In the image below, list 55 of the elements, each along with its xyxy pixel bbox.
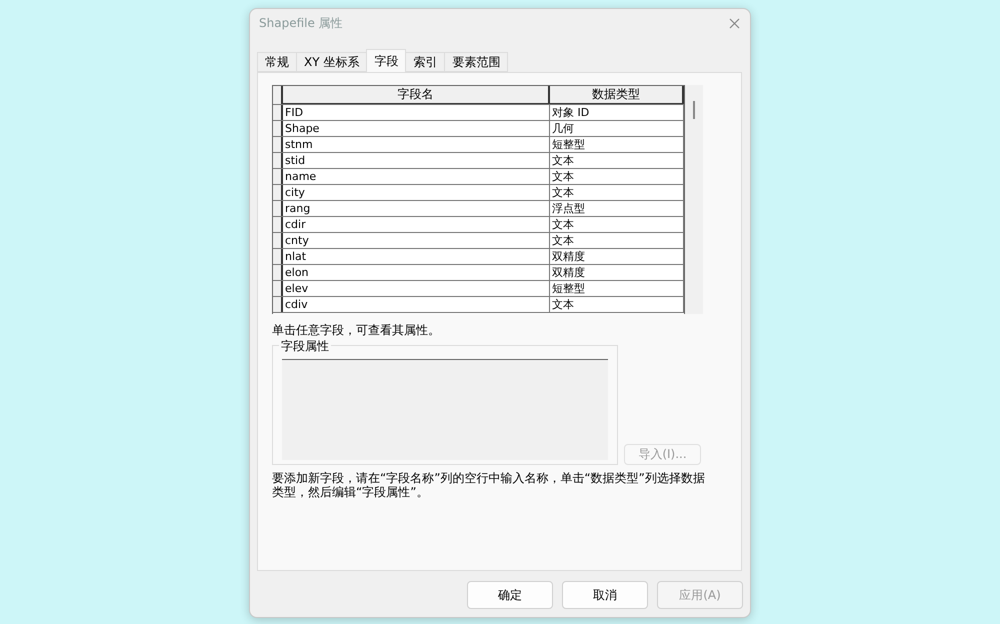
row-selector[interactable]: [273, 105, 283, 120]
table-cell: 短整型: [550, 281, 684, 296]
tab[interactable]: 索引: [405, 52, 446, 72]
dialog-button[interactable]: 确定: [467, 581, 553, 609]
table-cell: nlat: [283, 249, 550, 264]
table-cell: FID: [283, 105, 550, 120]
row-selector[interactable]: [273, 185, 283, 200]
table-cell: 浮点型: [550, 201, 684, 216]
table-cell: 双精度: [550, 265, 684, 280]
row-selector[interactable]: [273, 265, 283, 280]
row-selector[interactable]: [273, 217, 283, 232]
group-title: 字段属性: [279, 338, 331, 355]
hint-text: 单击任意字段，可查看其属性。: [272, 322, 441, 339]
row-selector[interactable]: [273, 297, 283, 312]
table-cell: 文本: [550, 297, 684, 312]
row-selector[interactable]: [273, 121, 283, 136]
table-cell: elev: [283, 281, 550, 296]
row-selector[interactable]: [273, 233, 283, 248]
tab[interactable]: 要素范围: [444, 52, 508, 72]
row-selector[interactable]: [273, 153, 283, 168]
table-cell: 文本: [550, 233, 684, 248]
table-cell: 文本: [550, 169, 684, 184]
table-cell: 文本: [550, 153, 684, 168]
tab[interactable]: 常规: [257, 52, 297, 72]
scrollbar[interactable]: [685, 85, 703, 314]
row-selector[interactable]: [273, 137, 283, 152]
table-cell: cdiv: [283, 297, 550, 312]
instructions-text: 要添加新字段，请在“字段名称”列的空行中输入名称，单击“数据类型”列选择数据类型，然后编辑“字段属性”。: [272, 471, 706, 499]
header-corner: [273, 86, 283, 104]
row-selector[interactable]: [273, 201, 283, 216]
window-title: Shapefile 属性: [259, 14, 343, 32]
table-cell: city: [283, 185, 550, 200]
row-selector[interactable]: [273, 169, 283, 184]
table-cell: 短整型: [550, 137, 684, 152]
table-cell: cnty: [283, 233, 550, 248]
table-cell: 双精度: [550, 249, 684, 264]
table-cell: elon: [283, 265, 550, 280]
table-cell: stnm: [283, 137, 550, 152]
row-selector[interactable]: [273, 281, 283, 296]
column-header[interactable]: 字段名: [283, 86, 550, 104]
table-cell: cdir: [283, 217, 550, 232]
table-cell: Shape: [283, 121, 550, 136]
row-selector[interactable]: [273, 249, 283, 264]
table-cell: 文本: [550, 217, 684, 232]
table-cell: 对象 ID: [550, 105, 684, 120]
table-cell: name: [283, 169, 550, 184]
table-cell: stid: [283, 153, 550, 168]
tab[interactable]: 字段: [366, 49, 406, 72]
dialog-button[interactable]: 取消: [562, 581, 648, 609]
table-cell: 几何: [550, 121, 684, 136]
table-cell: 文本: [550, 185, 684, 200]
close-icon[interactable]: [729, 18, 740, 28]
table-cell: rang: [283, 201, 550, 216]
column-header[interactable]: 数据类型: [550, 86, 684, 104]
tab[interactable]: XY 坐标系: [296, 52, 368, 72]
